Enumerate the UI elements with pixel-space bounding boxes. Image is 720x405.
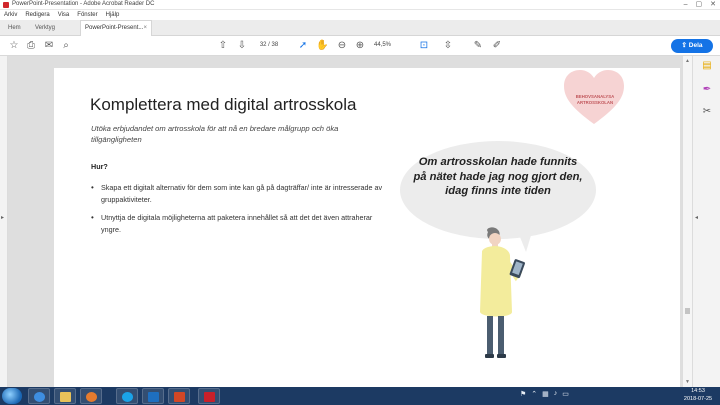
acrobat-app-icon	[3, 2, 9, 8]
maximize-button[interactable]: ▢	[696, 0, 703, 10]
select-cursor-icon[interactable]: ➚	[297, 40, 309, 52]
collapse-right-pane-icon[interactable]: ◂	[695, 214, 698, 221]
share-label: Dela	[688, 42, 703, 49]
tab-document[interactable]: PowerPoint-Present... ×	[80, 20, 152, 36]
title-bar: PowerPoint-Presentation - Adobe Acrobat …	[0, 0, 720, 10]
system-tray: ⚑ ⌃ ▦ ♪ ▭	[520, 390, 569, 398]
hand-icon[interactable]: ✋	[316, 40, 328, 52]
fit-page-icon[interactable]: ⊡	[418, 40, 430, 52]
menu-visa[interactable]: Visa	[58, 10, 70, 20]
pdf-page: Komplettera med digital artrosskola Utök…	[54, 68, 680, 387]
network-icon[interactable]: ▦	[542, 390, 549, 398]
left-nav-panel: ▸	[0, 56, 8, 387]
slide-subtitle: Utöka erbjudandet om artrosskola för att…	[91, 124, 339, 144]
battery-icon[interactable]: ▭	[562, 390, 569, 398]
mail-icon[interactable]: ✉	[43, 40, 55, 52]
menu-arkiv[interactable]: Arkiv	[4, 10, 17, 20]
taskbar-media[interactable]	[80, 388, 102, 404]
page-down-icon[interactable]: ⇩	[236, 40, 248, 52]
document-area[interactable]: Komplettera med digital artrosskola Utök…	[8, 56, 682, 387]
scroll-mode-icon[interactable]: ⇳	[442, 40, 454, 52]
clock-time: 14:53	[691, 388, 705, 394]
tab-bar: Hem Verktyg PowerPoint-Present... ×	[0, 20, 720, 36]
page-indicator[interactable]: 32 / 38	[254, 40, 284, 51]
scroll-down-icon[interactable]: ▼	[685, 379, 690, 385]
taskbar-outlook[interactable]	[142, 388, 164, 404]
clock-date: 2018-07-25	[683, 395, 713, 402]
taskbar-ie[interactable]	[28, 388, 50, 404]
taskbar-acrobat[interactable]	[198, 388, 220, 404]
window-title: PowerPoint-Presentation - Adobe Acrobat …	[12, 1, 155, 7]
print-icon[interactable]: ⎙	[25, 40, 37, 52]
how-heading: Hur?	[91, 162, 108, 171]
windows-taskbar: ⚑ ⌃ ▦ ♪ ▭ 14:53 2018-07-25	[0, 387, 720, 405]
menu-fonster[interactable]: Fönster	[77, 10, 97, 20]
scroll-up-icon[interactable]: ▲	[685, 58, 690, 64]
minimize-button[interactable]: –	[684, 0, 688, 10]
zoom-out-icon[interactable]: ⊖	[336, 40, 348, 52]
highlight-icon[interactable]: ✐	[491, 40, 503, 52]
tab-home[interactable]: Hem	[8, 23, 21, 33]
heart-label: BEHOVSANALYSA ARTROSSKOLAN	[575, 94, 615, 105]
taskbar-clock[interactable]: 14:53 2018-07-25	[680, 388, 716, 403]
flag-icon[interactable]: ⚑	[520, 390, 526, 398]
taskbar-powerpoint[interactable]	[168, 388, 190, 404]
bullet-item: Skapa ett digitalt alternativ för dem so…	[91, 182, 391, 205]
right-tools-pane: ▤ ✒ ✂ ◂	[692, 56, 720, 387]
fill-sign-icon[interactable]: ✒	[701, 84, 713, 96]
bullet-item: Utnyttja de digitala möjligheterna att p…	[91, 212, 391, 235]
tab-tools[interactable]: Verktyg	[35, 23, 55, 33]
comment-tool-icon[interactable]: ▤	[701, 60, 713, 72]
search-icon[interactable]: ⌕	[60, 40, 72, 52]
menu-hjalp[interactable]: Hjälp	[106, 10, 120, 20]
chevron-up-icon[interactable]: ⌃	[531, 390, 537, 398]
volume-icon[interactable]: ♪	[554, 390, 558, 398]
window-controls: – ▢ ✕	[684, 0, 716, 10]
slide-title: Komplettera med digital artrosskola	[90, 95, 357, 114]
quote-text: Om artrosskolan hade funnits på nätet ha…	[413, 156, 583, 197]
close-button[interactable]: ✕	[710, 0, 716, 10]
expand-left-panel-icon[interactable]: ▸	[1, 214, 4, 221]
document-tab-label: PowerPoint-Present...	[85, 25, 144, 31]
comment-icon[interactable]: ✎	[472, 40, 484, 52]
acrobat-window: PowerPoint-Presentation - Adobe Acrobat …	[0, 0, 720, 405]
taskbar-explorer[interactable]	[54, 388, 76, 404]
bullet-list: Skapa ett digitalt alternativ för dem so…	[91, 182, 391, 242]
zoom-in-icon[interactable]: ⊕	[354, 40, 366, 52]
vertical-scrollbar[interactable]: ▲ ▼	[682, 56, 692, 387]
page-up-icon[interactable]: ⇧	[217, 40, 229, 52]
more-tools-icon[interactable]: ✂	[701, 106, 713, 118]
scrollbar-thumb[interactable]	[685, 308, 690, 314]
star-icon[interactable]: ☆	[8, 40, 20, 52]
taskbar-skype[interactable]	[116, 388, 138, 404]
menu-bar: Arkiv Redigera Visa Fönster Hjälp	[0, 10, 720, 20]
woman-with-tablet-illustration	[480, 227, 525, 358]
start-button[interactable]	[2, 388, 22, 404]
zoom-level[interactable]: 44,5%	[374, 40, 402, 51]
close-tab-icon[interactable]: ×	[143, 25, 147, 31]
toolbar: ☆ ⎙ ✉ ⌕ ⇧ ⇩ 32 / 38 ➚ ✋ ⊖ ⊕ 44,5% ⊡ ⇳ ✎ …	[0, 36, 720, 56]
menu-redigera[interactable]: Redigera	[25, 10, 49, 20]
share-button[interactable]: ⇪ Dela	[671, 39, 713, 53]
